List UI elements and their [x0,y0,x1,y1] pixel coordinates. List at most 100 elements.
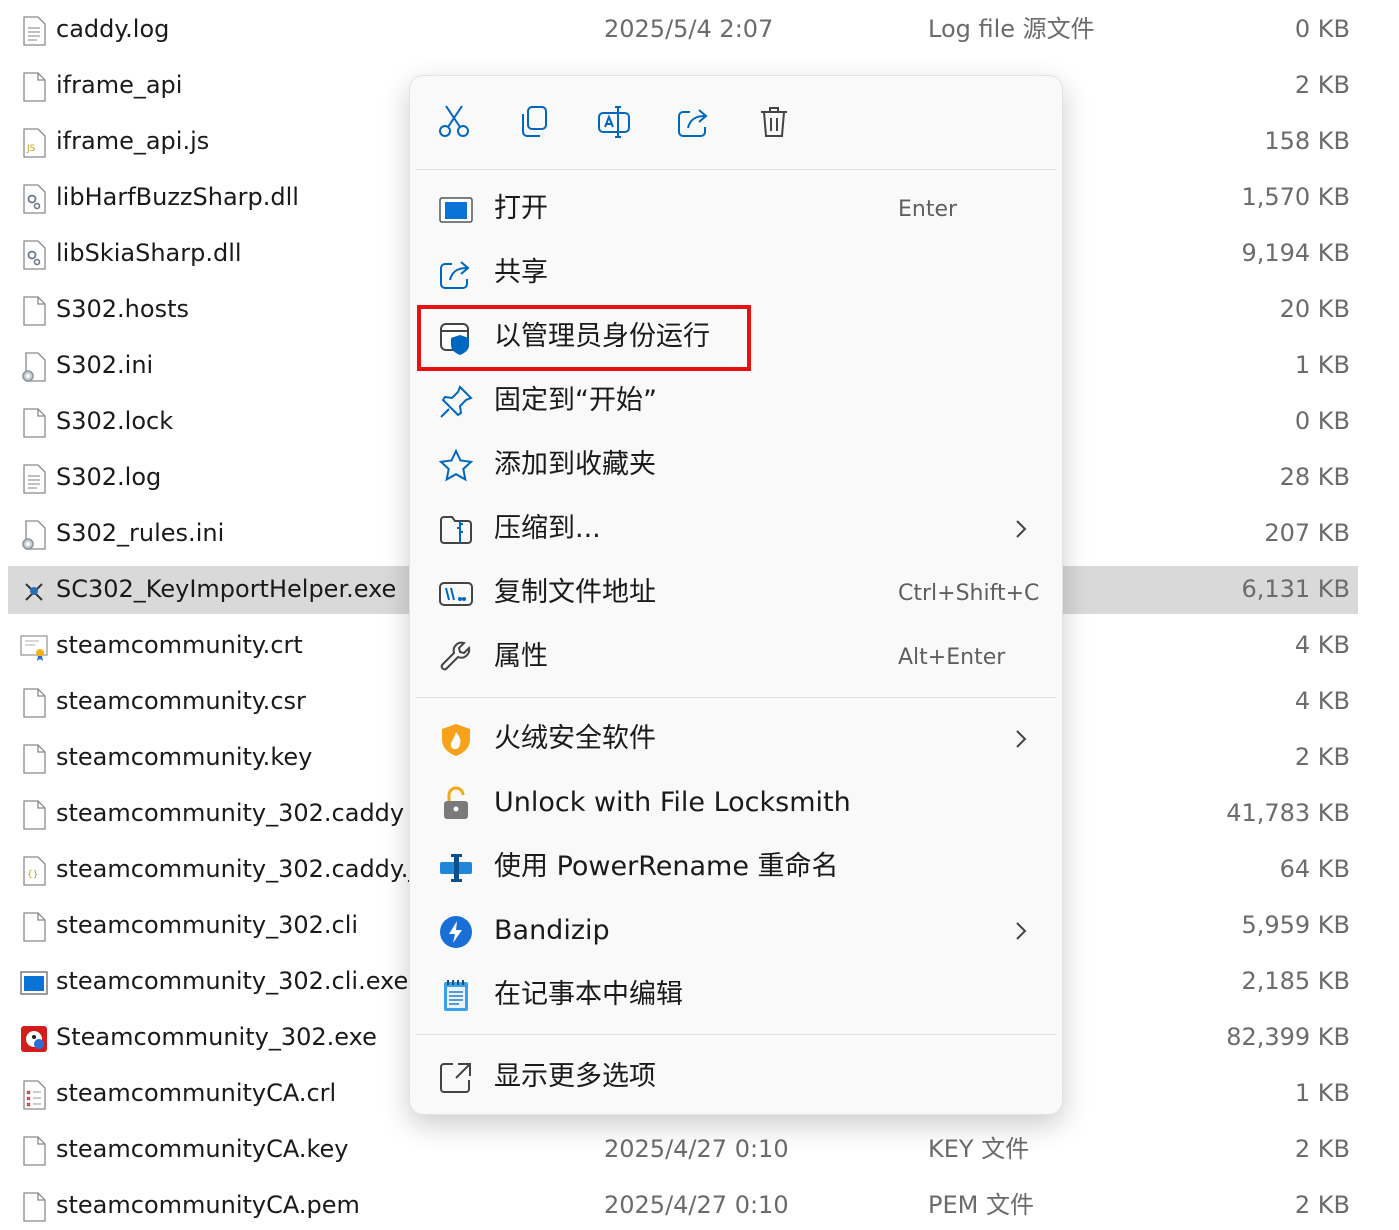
file-size: 2,185 KB [1241,967,1350,995]
menu-item-powerrename[interactable]: 使用 PowerRename 重命名 [416,838,1054,896]
file-row[interactable]: caddy.log 2025/5/4 2:07 Log file 源文件 0 KB [8,6,1358,54]
context-menu: 打开 Enter 共享 以管理员身份运行 固定到“开始” 添加到收藏夹 压缩到.… [409,75,1063,1115]
file-name: Steamcommunity_302.exe [56,1023,377,1051]
file-name: steamcommunity.crt [56,631,303,659]
file-type: KEY 文件 [928,1135,1030,1163]
menu-item-locksmith[interactable]: Unlock with File Locksmith [416,774,1054,832]
file-size: 6,131 KB [1241,575,1350,603]
shortcut-text: Enter [898,197,958,222]
menu-item-label: 属性 [494,641,548,672]
file-row[interactable]: steamcommunityCA.key 2025/4/27 0:10 KEY 文件… [8,1126,1358,1174]
file-size: 1 KB [1294,1079,1350,1107]
file-size: 2 KB [1294,1135,1350,1163]
wrench-icon [438,640,474,676]
file-name: steamcommunityCA.pem [56,1191,360,1219]
menu-item-more-options[interactable]: 显示更多选项 [416,1048,1054,1106]
file-size: 20 KB [1279,295,1350,323]
notepad-icon [438,978,474,1014]
menu-item-label: 固定到“开始” [494,385,657,416]
blank-file-icon [20,296,48,326]
svg-text:{}: {} [27,870,38,880]
blank-file-icon [20,1192,48,1222]
powerrename-icon [438,850,474,886]
huorong-shield-icon [438,722,474,758]
file-size: 1 KB [1294,351,1350,379]
menu-item-label: 使用 PowerRename 重命名 [494,851,839,882]
file-row[interactable]: steamcommunityCA.pem 2025/4/27 0:10 PEM 文件… [8,1182,1358,1230]
menu-item-bandizip[interactable]: Bandizip [416,902,1054,960]
menu-item-compress[interactable]: 压缩到... [416,500,1054,558]
blank-file-icon [20,912,48,942]
file-size: 82,399 KB [1226,1023,1350,1051]
file-name: steamcommunityCA.crl [56,1079,337,1107]
menu-item-copy-path[interactable]: 复制文件地址 Ctrl+Shift+C [416,564,1054,622]
file-date: 2025/5/4 2:07 [604,15,774,43]
shortcut-text: Ctrl+Shift+C [898,581,1040,606]
menu-item-notepad[interactable]: 在记事本中编辑 [416,966,1054,1024]
file-name: S302.log [56,463,162,491]
file-name: S302.hosts [56,295,189,323]
file-size: 158 KB [1264,127,1350,155]
file-name: steamcommunity.key [56,743,313,771]
file-size: 4 KB [1294,687,1350,715]
file-name: libSkiaSharp.dll [56,239,242,267]
file-type: Log file 源文件 [928,15,1095,43]
blank-file-icon [20,800,48,830]
delete-button[interactable] [756,104,796,144]
dll-file-icon [20,184,48,214]
menu-item-pin-start[interactable]: 固定到“开始” [416,372,1054,430]
file-size: 0 KB [1294,407,1350,435]
file-name: caddy.log [56,15,170,43]
blank-file-icon [20,72,48,102]
file-name: libHarfBuzzSharp.dll [56,183,299,211]
separator [416,169,1056,170]
share-icon [438,256,474,292]
blank-file-icon [20,744,48,774]
file-name: iframe_api.js [56,127,210,155]
file-name: steamcommunity_302.cli [56,911,359,939]
share-icon [678,109,708,137]
separator [416,1034,1056,1035]
pin-icon [438,384,474,420]
open-window-icon [438,192,474,228]
ini-file-icon [20,520,48,550]
file-date: 2025/4/27 0:10 [604,1135,789,1163]
file-name: S302.ini [56,351,154,379]
file-size: 64 KB [1279,855,1350,883]
file-name: S302.lock [56,407,174,435]
rename-button[interactable] [596,104,636,144]
certificate-icon [20,632,48,662]
menu-item-share[interactable]: 共享 [416,244,1054,302]
menu-item-label: Bandizip [494,915,610,946]
cut-button[interactable] [436,104,476,144]
menu-item-properties[interactable]: 属性 Alt+Enter [416,628,1054,686]
file-name: steamcommunityCA.key [56,1135,349,1163]
menu-item-add-favorites[interactable]: 添加到收藏夹 [416,436,1054,494]
menu-item-label: 在记事本中编辑 [494,979,683,1010]
separator [416,697,1056,698]
bandizip-icon [438,914,474,950]
file-name: steamcommunity.csr [56,687,306,715]
share-quick-button[interactable] [676,104,716,144]
svg-text:JS: JS [26,144,36,154]
menu-item-label: 共享 [494,257,548,288]
menu-item-label: Unlock with File Locksmith [494,787,851,818]
quick-action-bar [410,76,1062,168]
file-size: 2 KB [1294,743,1350,771]
rename-icon [598,106,630,138]
padlock-icon [438,786,474,822]
js-file-icon: JS [20,128,48,158]
log-file-icon [20,464,48,494]
menu-item-label: 添加到收藏夹 [494,449,656,480]
menu-item-label: 打开 [494,193,548,224]
menu-item-open[interactable]: 打开 Enter [416,180,1054,238]
chevron-right-icon [1010,724,1032,754]
copy-button[interactable] [516,104,556,144]
blank-file-icon [20,408,48,438]
json-file-icon: {} [20,856,48,886]
file-date: 2025/4/27 0:10 [604,1191,789,1219]
menu-item-huorong[interactable]: 火绒安全软件 [416,710,1054,768]
blank-file-icon [20,688,48,718]
ini-file-icon [20,352,48,382]
more-options-icon [438,1060,474,1096]
